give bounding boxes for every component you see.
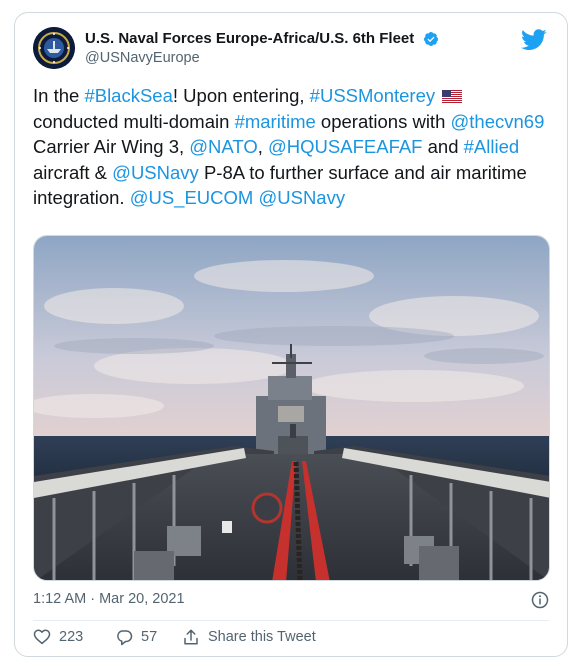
like-button[interactable]: 223	[33, 628, 83, 646]
account-handle[interactable]: @USNavyEurope	[85, 50, 439, 66]
mention-link[interactable]: @NATO	[189, 136, 257, 157]
hashtag-link[interactable]: #Allied	[464, 136, 520, 157]
tweet-text-segment: ! Upon entering,	[172, 85, 310, 106]
tweet-card: U.S. Naval Forces Europe-Africa/U.S. 6th…	[14, 12, 568, 657]
divider	[33, 620, 549, 621]
reply-count: 57	[141, 629, 158, 645]
mention-link[interactable]: @USNavy	[258, 187, 345, 208]
hashtag-link[interactable]: #USSMonterey	[310, 85, 435, 106]
navy-seal-avatar-icon	[33, 27, 75, 69]
heart-icon	[33, 629, 51, 645]
mention-link[interactable]: @HQUSAFEAFAF	[268, 136, 422, 157]
tweet-header: U.S. Naval Forces Europe-Africa/U.S. 6th…	[33, 27, 549, 71]
share-label: Share this Tweet	[208, 629, 316, 645]
tweet-text-segment: operations with	[315, 110, 451, 132]
info-icon[interactable]	[531, 591, 549, 609]
tweet-text-segment	[435, 85, 440, 106]
hashtag-link[interactable]: #maritime	[235, 111, 316, 132]
tweet-text: In the #BlackSea! Upon entering, #USSMon…	[33, 83, 553, 211]
tweet-text-segment: Carrier Air Wing 3,	[33, 136, 190, 157]
display-name[interactable]: U.S. Naval Forces Europe-Africa/U.S. 6th…	[85, 30, 414, 47]
mention-link[interactable]: @thecvn69	[451, 111, 545, 132]
tweet-media-photo[interactable]	[33, 235, 550, 581]
share-icon	[184, 629, 198, 645]
hashtag-link[interactable]: #BlackSea	[84, 85, 172, 106]
tweet-text-segment: conducted multi-domain	[33, 110, 235, 132]
tweet-text-segment: aircraft &	[33, 161, 113, 183]
tweet-text-segment: and	[422, 136, 464, 157]
mention-link[interactable]: @USNavy	[112, 162, 199, 183]
tweet-text-segment: In the	[33, 85, 85, 106]
like-count: 223	[59, 629, 84, 645]
share-button[interactable]: Share this Tweet	[182, 628, 316, 646]
reply-bubble-icon	[117, 630, 133, 646]
tweet-timestamp[interactable]: 1:12 AM · Mar 20, 2021	[33, 591, 185, 607]
twitter-bird-icon[interactable]	[521, 29, 547, 51]
us-flag-icon	[442, 90, 463, 104]
verified-badge-icon	[423, 31, 438, 46]
tweet-text-segment: ,	[257, 136, 269, 157]
bow-of-cruiser-at-sea-photo	[34, 236, 549, 580]
mention-link[interactable]: @US_EUCOM	[130, 187, 254, 208]
avatar[interactable]	[33, 27, 75, 69]
reply-button[interactable]: 57	[115, 628, 157, 646]
account-names: U.S. Naval Forces Europe-Africa/U.S. 6th…	[85, 30, 439, 66]
